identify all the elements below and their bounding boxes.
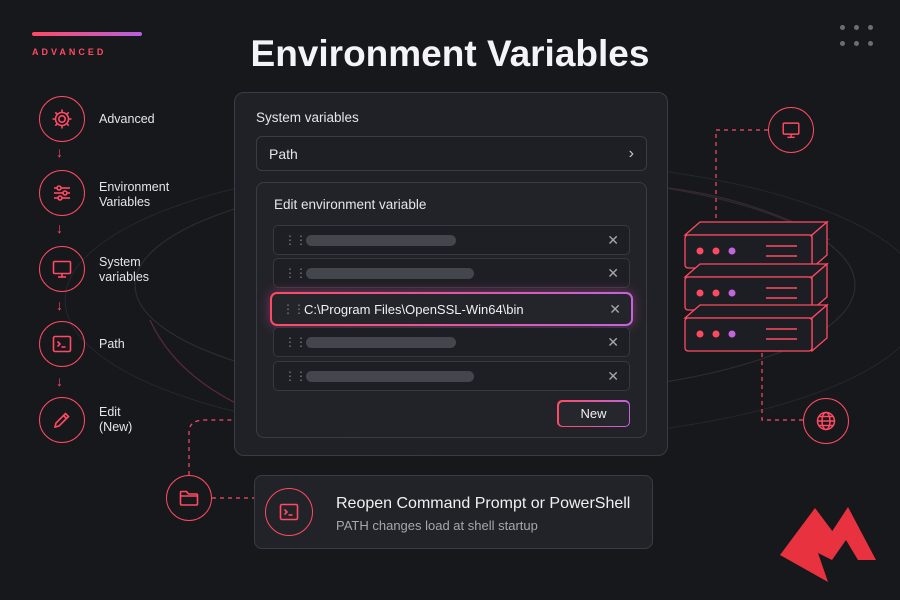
step-label-system-variables: System variables (99, 255, 150, 284)
monitor-icon (39, 246, 85, 292)
drag-handle-icon[interactable]: ⋮⋮ (284, 369, 307, 383)
brand-logo (780, 507, 876, 582)
path-entry-row[interactable]: ⋮⋮ ✕ (273, 225, 630, 255)
monitor-icon (768, 107, 814, 153)
path-entry-row[interactable]: ⋮⋮ ✕ (273, 327, 630, 357)
drag-handle-icon[interactable]: ⋮⋮ (284, 335, 307, 349)
step-label-path: Path (99, 337, 125, 351)
remove-entry-icon[interactable]: ✕ (607, 232, 619, 249)
path-row-label: Path (269, 145, 298, 162)
arrow-down-icon: ↓ (56, 144, 63, 160)
remove-entry-icon[interactable]: ✕ (607, 265, 619, 282)
path-entry-row[interactable]: ⋮⋮ ✕ (273, 361, 630, 391)
remove-entry-icon[interactable]: ✕ (607, 368, 619, 385)
pencil-icon (39, 397, 85, 443)
gear-icon (39, 96, 85, 142)
folder-icon (166, 475, 212, 521)
path-entry-row-active[interactable]: ⋮⋮ C:\Program Files\OpenSSL-Win64\bin ✕ (270, 292, 633, 326)
path-variable-row[interactable]: Path › (256, 136, 647, 171)
step-label-edit-new: Edit (New) (99, 405, 133, 434)
remove-entry-icon[interactable]: ✕ (607, 334, 619, 351)
edit-panel-title: Edit environment variable (274, 197, 427, 212)
entry-placeholder (306, 234, 456, 246)
arrow-down-icon: ↓ (56, 297, 63, 313)
step-label-environment-variables: Environment Variables (99, 180, 170, 209)
new-button[interactable]: New (557, 400, 630, 427)
arrow-down-icon: ↓ (56, 373, 63, 389)
note-subtitle: PATH changes load at shell startup (336, 518, 538, 533)
sliders-icon (39, 170, 85, 216)
active-entry-value[interactable]: C:\Program Files\OpenSSL-Win64\bin (304, 302, 524, 317)
system-variables-label: System variables (256, 110, 359, 125)
entry-placeholder (306, 267, 474, 279)
arrow-down-icon: ↓ (56, 220, 63, 236)
remove-entry-icon[interactable]: ✕ (609, 301, 621, 318)
step-label-advanced: Advanced (99, 112, 155, 126)
entry-placeholder (306, 336, 456, 348)
globe-icon (803, 398, 849, 444)
note-title: Reopen Command Prompt or PowerShell (336, 495, 631, 512)
path-entry-row[interactable]: ⋮⋮ ✕ (273, 258, 630, 288)
server-stack-icon (683, 220, 829, 353)
chevron-right-icon: › (628, 144, 634, 162)
entry-placeholder (306, 370, 474, 382)
terminal-icon (39, 321, 85, 367)
dots-grid-icon (840, 25, 876, 47)
drag-handle-icon[interactable]: ⋮⋮ (284, 233, 307, 247)
new-button-label: New (558, 401, 629, 426)
drag-handle-icon[interactable]: ⋮⋮ (284, 266, 307, 280)
page-title: Environment Variables (250, 33, 650, 74)
drag-handle-icon[interactable]: ⋮⋮ (282, 302, 305, 316)
terminal-icon (265, 488, 313, 536)
